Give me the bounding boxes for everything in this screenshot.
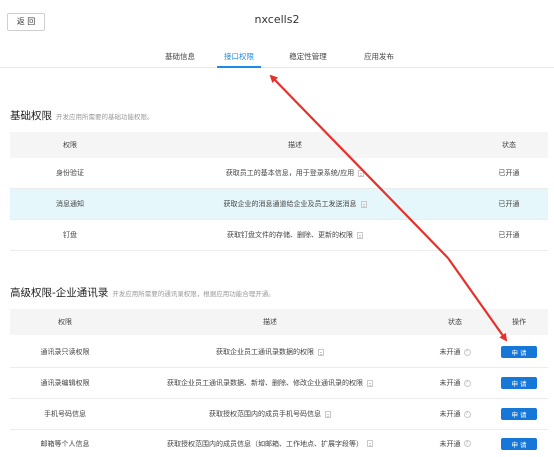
arrow-to-apply xyxy=(447,257,508,342)
arrow-to-tab xyxy=(269,74,449,259)
annotation-arrows xyxy=(269,74,508,342)
